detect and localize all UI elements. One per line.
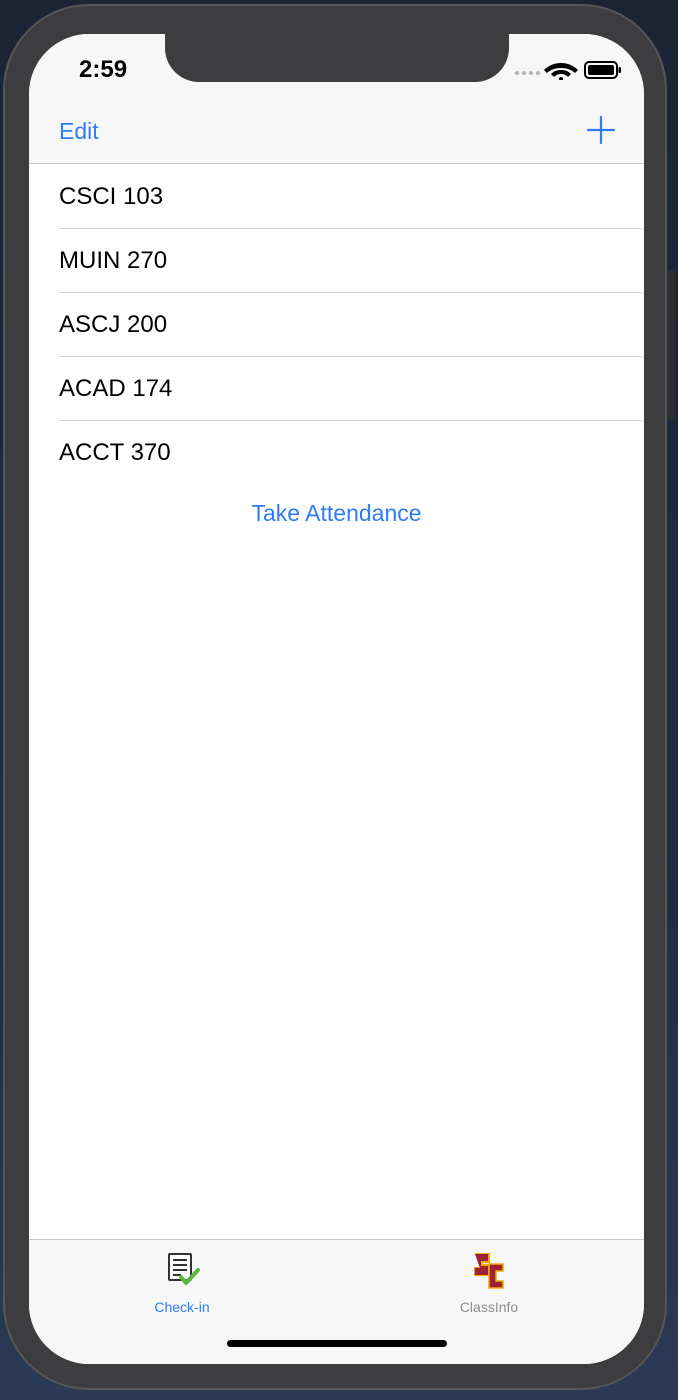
edit-button[interactable]: Edit bbox=[59, 118, 99, 145]
wifi-icon bbox=[544, 63, 578, 80]
side-button bbox=[667, 270, 675, 420]
sc-logo-icon bbox=[474, 1253, 504, 1289]
phone-screen: 2:59 Edit CSCI 103 MUIN 270 ASCJ 200 ACA… bbox=[29, 34, 644, 1364]
class-row[interactable]: ACCT 370 bbox=[29, 421, 644, 485]
class-row[interactable]: MUIN 270 bbox=[29, 229, 644, 293]
class-label: ACCT 370 bbox=[59, 439, 171, 466]
class-label: MUIN 270 bbox=[59, 247, 168, 274]
class-row[interactable]: CSCI 103 bbox=[29, 165, 644, 229]
home-indicator[interactable] bbox=[227, 1340, 447, 1347]
class-label: CSCI 103 bbox=[59, 183, 164, 210]
notch bbox=[165, 34, 509, 82]
plus-icon[interactable] bbox=[585, 114, 617, 146]
take-attendance-button[interactable]: Take Attendance bbox=[29, 500, 644, 527]
status-time: 2:59 bbox=[79, 56, 128, 83]
battery-icon bbox=[584, 61, 621, 79]
tab-bar: Check-in ClassInfo bbox=[29, 1239, 644, 1364]
navigation-bar: Edit bbox=[29, 114, 644, 164]
class-row[interactable]: ASCJ 200 bbox=[29, 293, 644, 357]
class-label: ASCJ 200 bbox=[59, 311, 168, 338]
tab-label: Check-in bbox=[154, 1299, 210, 1315]
iphone-frame: 2:59 Edit CSCI 103 MUIN 270 ASCJ 200 ACA… bbox=[3, 4, 667, 1390]
tab-classinfo[interactable]: ClassInfo bbox=[409, 1250, 569, 1315]
status-icons bbox=[514, 61, 621, 80]
status-bar: 2:59 bbox=[29, 34, 644, 114]
class-label: ACAD 174 bbox=[59, 375, 173, 402]
class-row[interactable]: ACAD 174 bbox=[29, 357, 644, 421]
tab-check-in[interactable]: Check-in bbox=[102, 1250, 262, 1315]
tab-label: ClassInfo bbox=[459, 1299, 519, 1315]
class-list: CSCI 103 MUIN 270 ASCJ 200 ACAD 174 ACCT… bbox=[29, 165, 644, 485]
checklist-icon bbox=[168, 1253, 200, 1285]
signal-icon bbox=[514, 70, 541, 76]
